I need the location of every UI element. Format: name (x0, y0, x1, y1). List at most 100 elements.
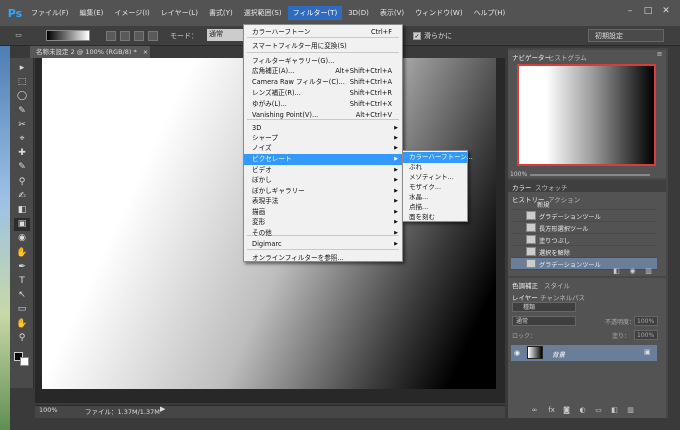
filter-menu-shortcut: Alt+Ctrl+V (355, 111, 392, 119)
healing-tool-icon[interactable]: ✚ (14, 147, 30, 160)
gradient-tool-icon[interactable]: ▣ (14, 218, 30, 232)
crop-tool-icon[interactable]: ✂ (14, 119, 30, 132)
pen-tool-icon[interactable]: ✒ (14, 261, 30, 274)
filter-menu-item[interactable]: ピクセレート ▶ (244, 154, 402, 165)
maximize-button[interactable]: □ (642, 6, 654, 16)
tab-adjustments[interactable]: 色調補正 (512, 280, 538, 290)
menu-filter[interactable]: フィルター(T) (287, 6, 343, 20)
filter-menu-item[interactable]: Vanishing Point(V)... Alt+Ctrl+V (244, 110, 402, 121)
menu-view[interactable]: 表示(V) (375, 6, 409, 20)
navigator-zoom-slider[interactable] (530, 174, 650, 176)
marquee-tool-icon[interactable]: ⬚ (14, 76, 30, 89)
antialias-checkbox[interactable]: ✓ (413, 32, 421, 40)
new-document-icon[interactable]: ◧ (612, 267, 621, 276)
stamp-tool-icon[interactable]: ⚲ (14, 176, 30, 189)
path-select-tool-icon[interactable]: ↖ (14, 289, 30, 302)
blend-mode-select[interactable]: 通常 (512, 316, 576, 326)
hand-tool-icon[interactable]: ✋ (14, 318, 30, 331)
menu-file[interactable]: ファイル(F) (26, 6, 74, 20)
tab-styles[interactable]: スタイル (544, 280, 570, 290)
gradient-preview[interactable] (46, 30, 90, 41)
layer-name[interactable]: 背景 (552, 349, 565, 359)
tab-paths[interactable]: パス (572, 292, 585, 302)
filter-menu-item[interactable]: レンズ補正(R)... Shift+Ctrl+R (244, 88, 402, 99)
shape-tool-icon[interactable]: ▭ (14, 303, 30, 316)
zoom-tool-icon[interactable]: ⚲ (14, 332, 30, 345)
history-item[interactable]: 選択を解除 (511, 246, 657, 258)
layer-style-icon[interactable]: fx (547, 406, 556, 415)
reflected-gradient-button[interactable] (148, 31, 158, 41)
status-menu-icon[interactable]: ▶ (160, 405, 165, 413)
tab-histogram[interactable]: ヒストグラム (548, 52, 587, 62)
tab-channels[interactable]: チャンネル (540, 292, 572, 302)
filter-menu-item[interactable]: 表現手法 ▶ (244, 196, 402, 207)
filter-menu-item[interactable]: Digimarc ▶ (244, 239, 402, 250)
close-tab-icon[interactable]: × (143, 48, 148, 56)
filter-menu-item[interactable]: カラーハーフトーン Ctrl+F (244, 27, 402, 38)
quick-select-tool-icon[interactable]: ✎ (14, 105, 30, 118)
adjustment-layer-icon[interactable]: ◐ (578, 406, 587, 415)
document-tab[interactable]: 名称未設定 2 @ 100% (RGB/8) * × (30, 46, 150, 58)
filter-menu-item[interactable]: 変形 ▶ (244, 217, 402, 228)
filter-menu-item[interactable]: 広角補正(A)... Alt+Shift+Ctrl+A (244, 66, 402, 77)
history-brush-tool-icon[interactable]: ✍ (14, 190, 30, 203)
workspace-select[interactable]: 初期設定 (588, 29, 664, 42)
menu-select[interactable]: 選択範囲(S) (239, 6, 287, 20)
menu-help[interactable]: ヘルプ(H) (469, 6, 511, 20)
filter-menu-item[interactable]: Camera Raw フィルター(C)... Shift+Ctrl+A (244, 77, 402, 88)
filter-menu-item[interactable]: オンラインフィルターを参照... (244, 253, 402, 264)
group-icon[interactable]: ▭ (594, 406, 603, 415)
opacity-field[interactable]: 100% (634, 316, 658, 326)
history-item[interactable]: 新規 (511, 198, 657, 210)
type-tool-icon[interactable]: T (14, 275, 30, 288)
filter-menu-item[interactable]: その他 ▶ (244, 228, 402, 239)
history-item[interactable]: 長方形選択ツール (511, 222, 657, 234)
mode-select[interactable]: 通常 (207, 29, 245, 41)
dodge-tool-icon[interactable]: ✋ (14, 247, 30, 260)
history-item[interactable]: グラデーションツール (511, 210, 657, 222)
new-snapshot-icon[interactable]: ◉ (628, 267, 637, 276)
gradient-tool-icon[interactable]: ▭ (14, 31, 23, 40)
close-window-button[interactable]: ✕ (660, 6, 672, 16)
lasso-tool-icon[interactable]: ◯ (14, 90, 30, 103)
tab-layers[interactable]: レイヤー (512, 292, 538, 302)
radial-gradient-button[interactable] (120, 31, 130, 41)
tab-navigator[interactable]: ナビゲーター (512, 52, 551, 62)
minimize-button[interactable]: – (624, 6, 636, 16)
brush-tool-icon[interactable]: ✎ (14, 161, 30, 174)
fill-field[interactable]: 100% (634, 330, 658, 340)
zoom-level[interactable]: 100% (39, 406, 58, 414)
move-tool-icon[interactable]: ▸ (14, 62, 30, 75)
blur-tool-icon[interactable]: ◉ (14, 232, 30, 245)
filter-menu-item[interactable]: ゆがみ(L)... Shift+Ctrl+X (244, 99, 402, 110)
filter-menu-item-label: Vanishing Point(V)... (252, 111, 319, 119)
panel-menu-icon[interactable]: ≡ (655, 50, 664, 59)
menu-3d[interactable]: 3D(D) (343, 7, 374, 19)
tab-swatches[interactable]: スウォッチ (535, 182, 568, 192)
menu-layer[interactable]: レイヤー(L) (156, 6, 203, 20)
filter-menu-item[interactable]: ぼかし ▶ (244, 175, 402, 186)
tab-color[interactable]: カラー (512, 182, 532, 192)
angle-gradient-button[interactable] (134, 31, 144, 41)
navigator-zoom[interactable]: 100% (510, 171, 527, 178)
delete-layer-icon[interactable]: ▥ (626, 406, 635, 415)
new-layer-icon[interactable]: ◧ (610, 406, 619, 415)
linear-gradient-button[interactable] (106, 31, 116, 41)
filter-menu-item[interactable]: ノイズ ▶ (244, 143, 402, 154)
mask-icon[interactable]: ◙ (562, 406, 571, 415)
eye-icon[interactable]: ◉ (514, 349, 520, 357)
menu-edit[interactable]: 編集(E) (75, 6, 109, 20)
link-layers-icon[interactable]: ∞ (530, 406, 539, 415)
layer-filter-select[interactable]: 種類 (512, 302, 576, 312)
trash-icon[interactable]: ▥ (644, 267, 653, 276)
menu-window[interactable]: ウィンドウ(W) (410, 6, 467, 20)
pixelate-submenu-item[interactable]: 面を刻む (403, 212, 467, 223)
background-color-swatch[interactable] (20, 357, 29, 366)
navigator-preview[interactable] (517, 64, 656, 166)
menu-type[interactable]: 書式(Y) (204, 6, 238, 20)
menu-image[interactable]: イメージ(I) (109, 6, 154, 20)
history-item[interactable]: 塗りつぶし (511, 234, 657, 246)
eraser-tool-icon[interactable]: ◧ (14, 204, 30, 217)
filter-menu-item[interactable]: スマートフィルター用に変換(S) (244, 41, 402, 52)
eyedropper-tool-icon[interactable]: ⌖ (14, 133, 30, 146)
